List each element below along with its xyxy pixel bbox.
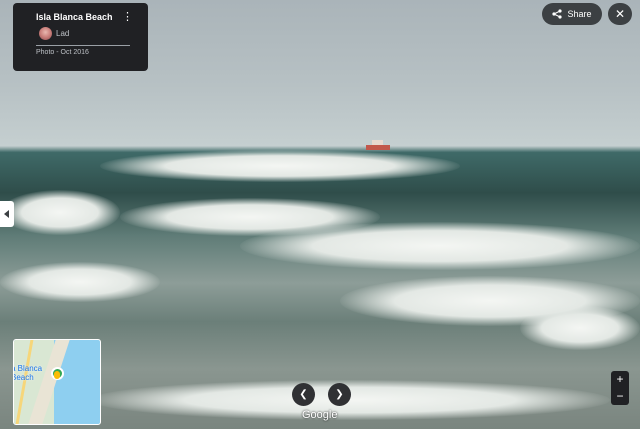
share-label: Share xyxy=(567,9,592,19)
previous-photo-button[interactable]: ❮ xyxy=(292,383,315,406)
google-watermark: Google xyxy=(302,409,338,421)
chevron-right-icon: ❯ xyxy=(335,389,344,400)
close-icon: ✕ xyxy=(614,7,626,21)
distant-ship xyxy=(366,139,390,150)
photo-date: Photo - Oct 2016 xyxy=(36,49,89,56)
author-name[interactable]: Lad xyxy=(56,29,69,38)
avatar[interactable] xyxy=(39,27,52,40)
wave-crest xyxy=(240,222,640,270)
minimap[interactable]: a Blanca Beach xyxy=(13,339,101,425)
pegman-icon[interactable] xyxy=(54,371,60,379)
wave-crest xyxy=(520,306,640,350)
collapse-panel-button[interactable] xyxy=(0,201,14,227)
place-info-card: Isla Blanca Beach ⋮ Lad Photo - Oct 2016 xyxy=(13,3,148,71)
close-button[interactable]: ✕ xyxy=(608,3,632,25)
share-button[interactable]: Share xyxy=(542,3,602,25)
share-icon xyxy=(552,9,563,19)
more-vert-icon[interactable]: ⋮ xyxy=(122,11,133,25)
wave-crest xyxy=(0,262,160,302)
wave-crest xyxy=(100,150,460,182)
place-title[interactable]: Isla Blanca Beach xyxy=(36,12,113,22)
zoom-out-button[interactable]: − xyxy=(611,388,629,404)
zoom-in-button[interactable]: + xyxy=(611,371,629,387)
map-place-label: a Blanca Beach xyxy=(13,364,43,382)
chevron-left-icon xyxy=(4,210,9,218)
next-photo-button[interactable]: ❯ xyxy=(328,383,351,406)
zoom-control: + − xyxy=(611,371,629,405)
wave-crest xyxy=(0,190,120,235)
chevron-left-icon: ❮ xyxy=(299,389,308,400)
divider xyxy=(36,45,130,46)
wave-crest xyxy=(90,380,610,420)
